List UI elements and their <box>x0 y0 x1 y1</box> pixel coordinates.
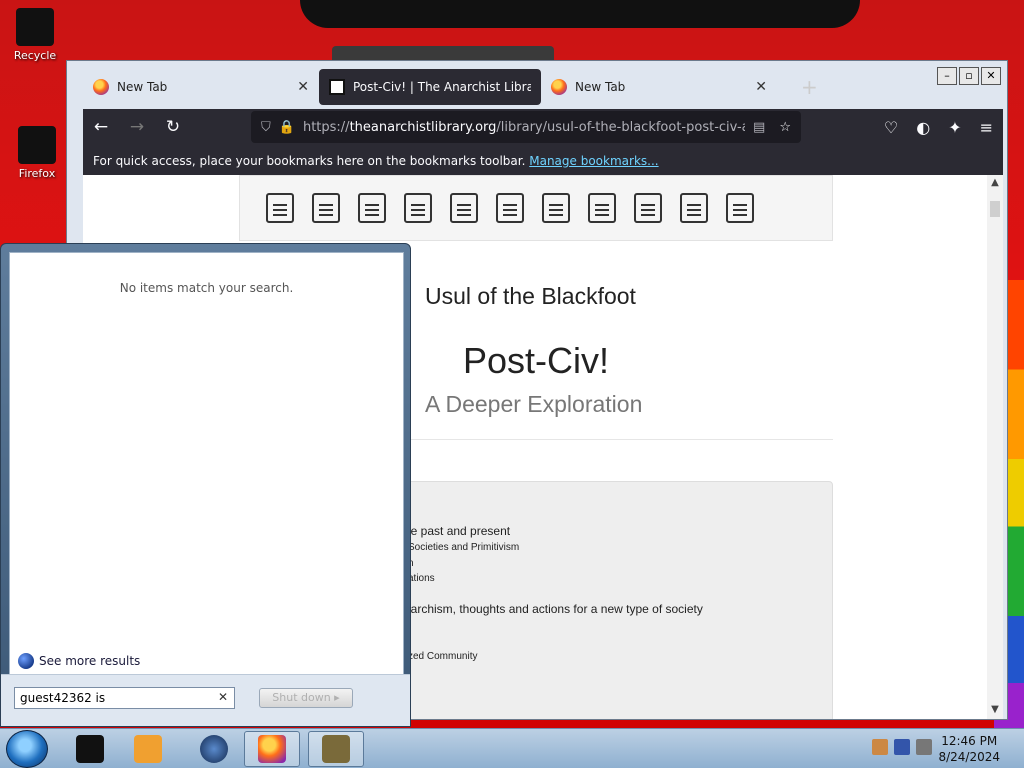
close-icon[interactable]: ✕ <box>981 67 1001 85</box>
tab-post-civ[interactable]: Post-Civ! | The Anarchist Library <box>319 69 541 105</box>
toc-item[interactable]: zed Community <box>408 651 477 662</box>
back-arrow-icon[interactable]: ← <box>83 117 119 137</box>
page-scrollbar[interactable]: ▲ ▼ <box>987 175 1003 719</box>
search-input[interactable]: guest42362 is ✕ <box>14 687 235 709</box>
clock[interactable]: 12:46 PM 8/24/2024 <box>938 733 1000 765</box>
toc-item[interactable]: ations <box>408 573 435 584</box>
search-value: guest42362 is <box>20 691 106 705</box>
taskbar-firefox[interactable] <box>244 731 300 767</box>
taskbar-box-app[interactable] <box>308 731 364 767</box>
pdf-imposed-icon[interactable] <box>358 193 386 223</box>
start-menu: No items match your search. See more res… <box>0 243 411 727</box>
star-icon[interactable]: ☆ <box>779 120 791 135</box>
zip-icon[interactable] <box>588 193 616 223</box>
media-player-icon <box>134 735 162 763</box>
reload-icon[interactable]: ↻ <box>155 117 191 137</box>
maximize-icon[interactable]: ▫ <box>959 67 979 85</box>
author-name: Usul of the Blackfoot <box>425 283 636 309</box>
manage-bookmarks-link[interactable]: Manage bookmarks... <box>529 154 658 168</box>
url-domain: theanarchistlibrary.org <box>349 119 497 135</box>
tab-bar: New Tab ✕ Post-Civ! | The Anarchist Libr… <box>83 65 1007 109</box>
url-path: /library/usul-of-the-blackfoot-post-civ-… <box>496 119 746 135</box>
taskbar: 12:46 PM 8/24/2024 <box>0 728 1024 768</box>
bookmarks-toolbar: For quick access, place your bookmarks h… <box>83 145 1003 175</box>
no-results-text: No items match your search. <box>119 281 294 295</box>
shield-icon[interactable]: ⛉ <box>261 120 271 135</box>
url-text: https://theanarchistlibrary.org/library/… <box>303 120 745 135</box>
pdf-a4-icon[interactable] <box>312 193 340 223</box>
tab-label: New Tab <box>575 80 626 94</box>
tab-label: Post-Civ! | The Anarchist Library <box>353 80 531 94</box>
print-icon[interactable] <box>450 193 478 223</box>
scroll-down-icon[interactable]: ▼ <box>987 704 1003 715</box>
clock-time: 12:46 PM <box>941 734 998 748</box>
tray-app-icon[interactable] <box>872 739 888 755</box>
menu-icon[interactable]: ≡ <box>980 118 993 137</box>
edit-icon[interactable] <box>634 193 662 223</box>
code-icon[interactable] <box>496 193 524 223</box>
list-icon[interactable] <box>726 193 754 223</box>
start-orb-icon[interactable] <box>6 730 48 768</box>
clock-date: 8/24/2024 <box>938 750 1000 764</box>
app-icon <box>76 735 104 763</box>
account-icon[interactable]: ◐ <box>916 118 930 137</box>
taskbar-app-black-box[interactable] <box>62 731 118 767</box>
bookmarks-message: For quick access, place your bookmarks h… <box>93 154 526 168</box>
minimize-icon[interactable]: – <box>937 67 957 85</box>
taskbar-media-player[interactable] <box>120 731 176 767</box>
close-icon[interactable]: ✕ <box>297 79 309 95</box>
toolbar-icons: ♡ ◐ ✦ ≡ <box>884 109 993 145</box>
firefox-desktop-icon[interactable]: Firefox <box>2 126 72 180</box>
tab-new-2[interactable]: New Tab ✕ <box>541 69 777 105</box>
search-results-pane: No items match your search. See more res… <box>9 252 404 720</box>
see-more-label: See more results <box>39 654 141 668</box>
scrollbar-thumb[interactable] <box>990 201 1000 217</box>
recycle-bin-image <box>16 8 54 46</box>
taskbar-globe[interactable] <box>186 731 242 767</box>
firefox-icon <box>258 735 286 763</box>
see-more-results-link[interactable]: See more results <box>18 653 140 669</box>
extensions-icon[interactable]: ✦ <box>948 118 961 137</box>
text-file-icon[interactable] <box>542 193 570 223</box>
firefox-icon <box>93 79 109 95</box>
network-icon[interactable] <box>894 739 910 755</box>
globe-icon <box>200 735 228 763</box>
box-app-icon <box>322 735 350 763</box>
epub-icon[interactable] <box>404 193 432 223</box>
close-icon[interactable]: ✕ <box>755 79 767 95</box>
system-tray <box>872 739 932 755</box>
url-bar[interactable]: ⛉ 🔒 https://theanarchistlibrary.org/libr… <box>251 111 801 143</box>
recycle-bin-icon[interactable]: Recycle <box>0 8 70 62</box>
download-formats-bar <box>239 175 833 241</box>
clear-icon[interactable]: ✕ <box>218 690 228 704</box>
tab-label: New Tab <box>117 80 168 94</box>
scroll-up-icon[interactable]: ▲ <box>987 177 1003 188</box>
lock-icon[interactable]: 🔒 <box>279 120 295 135</box>
start-menu-footer: guest42362 is ✕ Shut down ▸ <box>1 674 410 726</box>
firefox-icon <box>551 79 567 95</box>
tab-new-1[interactable]: New Tab ✕ <box>83 69 319 105</box>
globe-icon <box>18 653 34 669</box>
nav-bar: ← → ↻ ⛉ 🔒 https://theanarchistlibrary.or… <box>83 109 1003 145</box>
firefox-desktop-label: Firefox <box>18 167 56 180</box>
pocket-icon[interactable]: ♡ <box>884 118 898 137</box>
plus-icon[interactable]: + <box>801 75 818 99</box>
page-title: Post-Civ! <box>463 340 610 381</box>
window-controls: – ▫ ✕ <box>937 67 1001 85</box>
volume-icon[interactable] <box>916 739 932 755</box>
recycle-bin-label: Recycle <box>13 49 57 62</box>
firefox-desktop-image <box>18 126 56 164</box>
reader-view-icon[interactable]: ▤ <box>753 120 765 135</box>
toc-item[interactable]: Societies and Primitivism <box>408 542 519 553</box>
forward-arrow-icon[interactable]: → <box>119 117 155 137</box>
toc-item[interactable]: he past and present <box>404 524 510 538</box>
page-subtitle: A Deeper Exploration <box>425 391 643 417</box>
shutdown-button[interactable]: Shut down ▸ <box>259 688 353 708</box>
toc-item[interactable]: narchism, thoughts and actions for a new… <box>404 602 703 616</box>
library-icon <box>329 79 345 95</box>
pdf-icon[interactable] <box>266 193 294 223</box>
book-icon[interactable] <box>680 193 708 223</box>
wallpaper-shape <box>300 0 860 28</box>
